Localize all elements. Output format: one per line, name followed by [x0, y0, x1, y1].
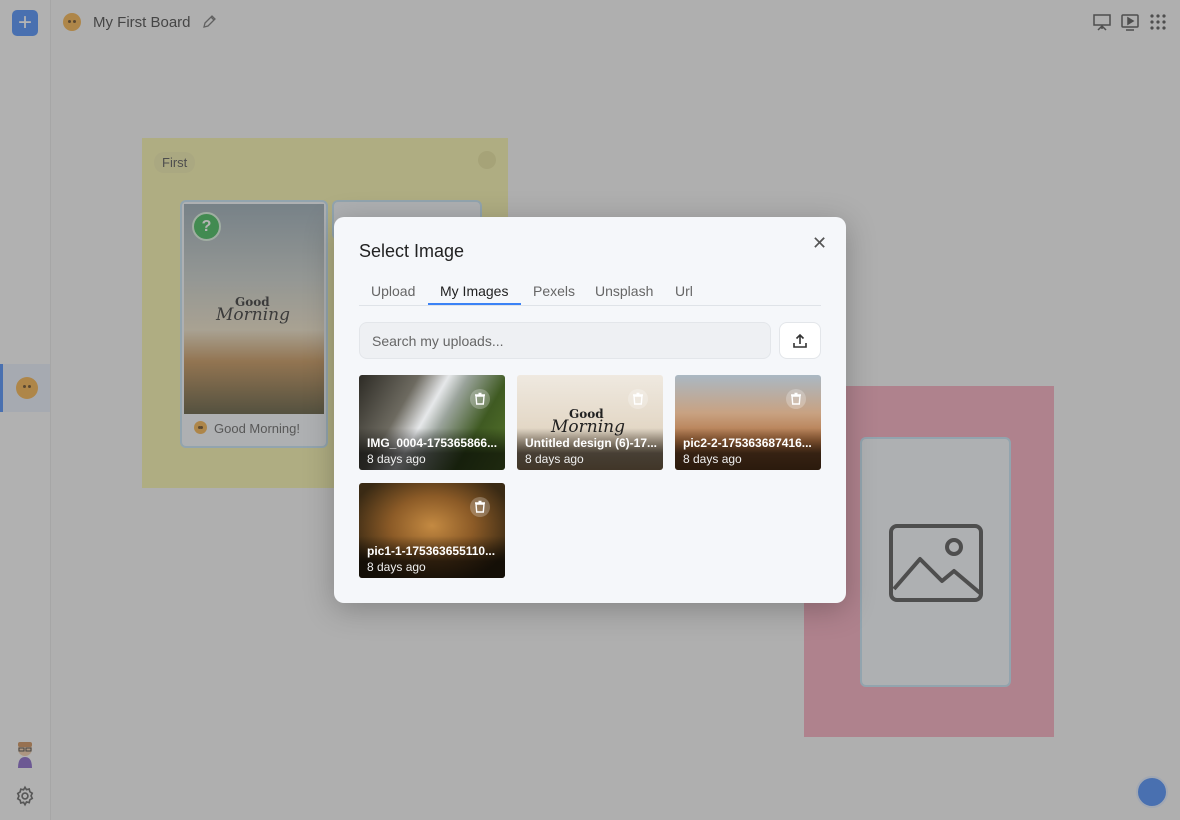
image-tile[interactable]: Good Morning Untitled design (6)-17... 8… — [517, 375, 663, 470]
trash-icon[interactable] — [470, 497, 490, 517]
upload-button[interactable] — [779, 322, 821, 359]
image-name: pic2-2-175363687416... — [683, 436, 812, 450]
modal-title: Select Image — [359, 241, 465, 261]
trash-icon[interactable] — [628, 389, 648, 409]
image-date: 8 days ago — [525, 452, 584, 466]
tab-url[interactable]: Url — [675, 283, 693, 299]
select-image-modal: Select Image ✕ Upload My Images Pexels U… — [334, 217, 846, 603]
image-source-tabs: Upload My Images Pexels Unsplash Url — [359, 281, 821, 306]
upload-icon — [793, 333, 807, 348]
active-tab-indicator — [428, 303, 521, 305]
trash-icon[interactable] — [470, 389, 490, 409]
tab-pexels[interactable]: Pexels — [533, 283, 575, 299]
image-tile[interactable]: IMG_0004-175365866... 8 days ago — [359, 375, 505, 470]
tab-unsplash[interactable]: Unsplash — [595, 283, 653, 299]
image-date: 8 days ago — [367, 452, 426, 466]
image-name: pic1-1-175363655110... — [367, 544, 496, 558]
image-name: IMG_0004-175365866... — [367, 436, 498, 450]
image-date: 8 days ago — [683, 452, 742, 466]
image-name: Untitled design (6)-17... — [525, 436, 658, 450]
trash-icon[interactable] — [786, 389, 806, 409]
close-icon[interactable]: ✕ — [812, 233, 827, 254]
tab-my-images[interactable]: My Images — [440, 283, 508, 299]
tab-upload[interactable]: Upload — [371, 283, 415, 299]
image-tile[interactable]: pic1-1-175363655110... 8 days ago — [359, 483, 505, 578]
image-tile[interactable]: pic2-2-175363687416... 8 days ago — [675, 375, 821, 470]
image-date: 8 days ago — [367, 560, 426, 574]
search-input[interactable] — [359, 322, 771, 359]
